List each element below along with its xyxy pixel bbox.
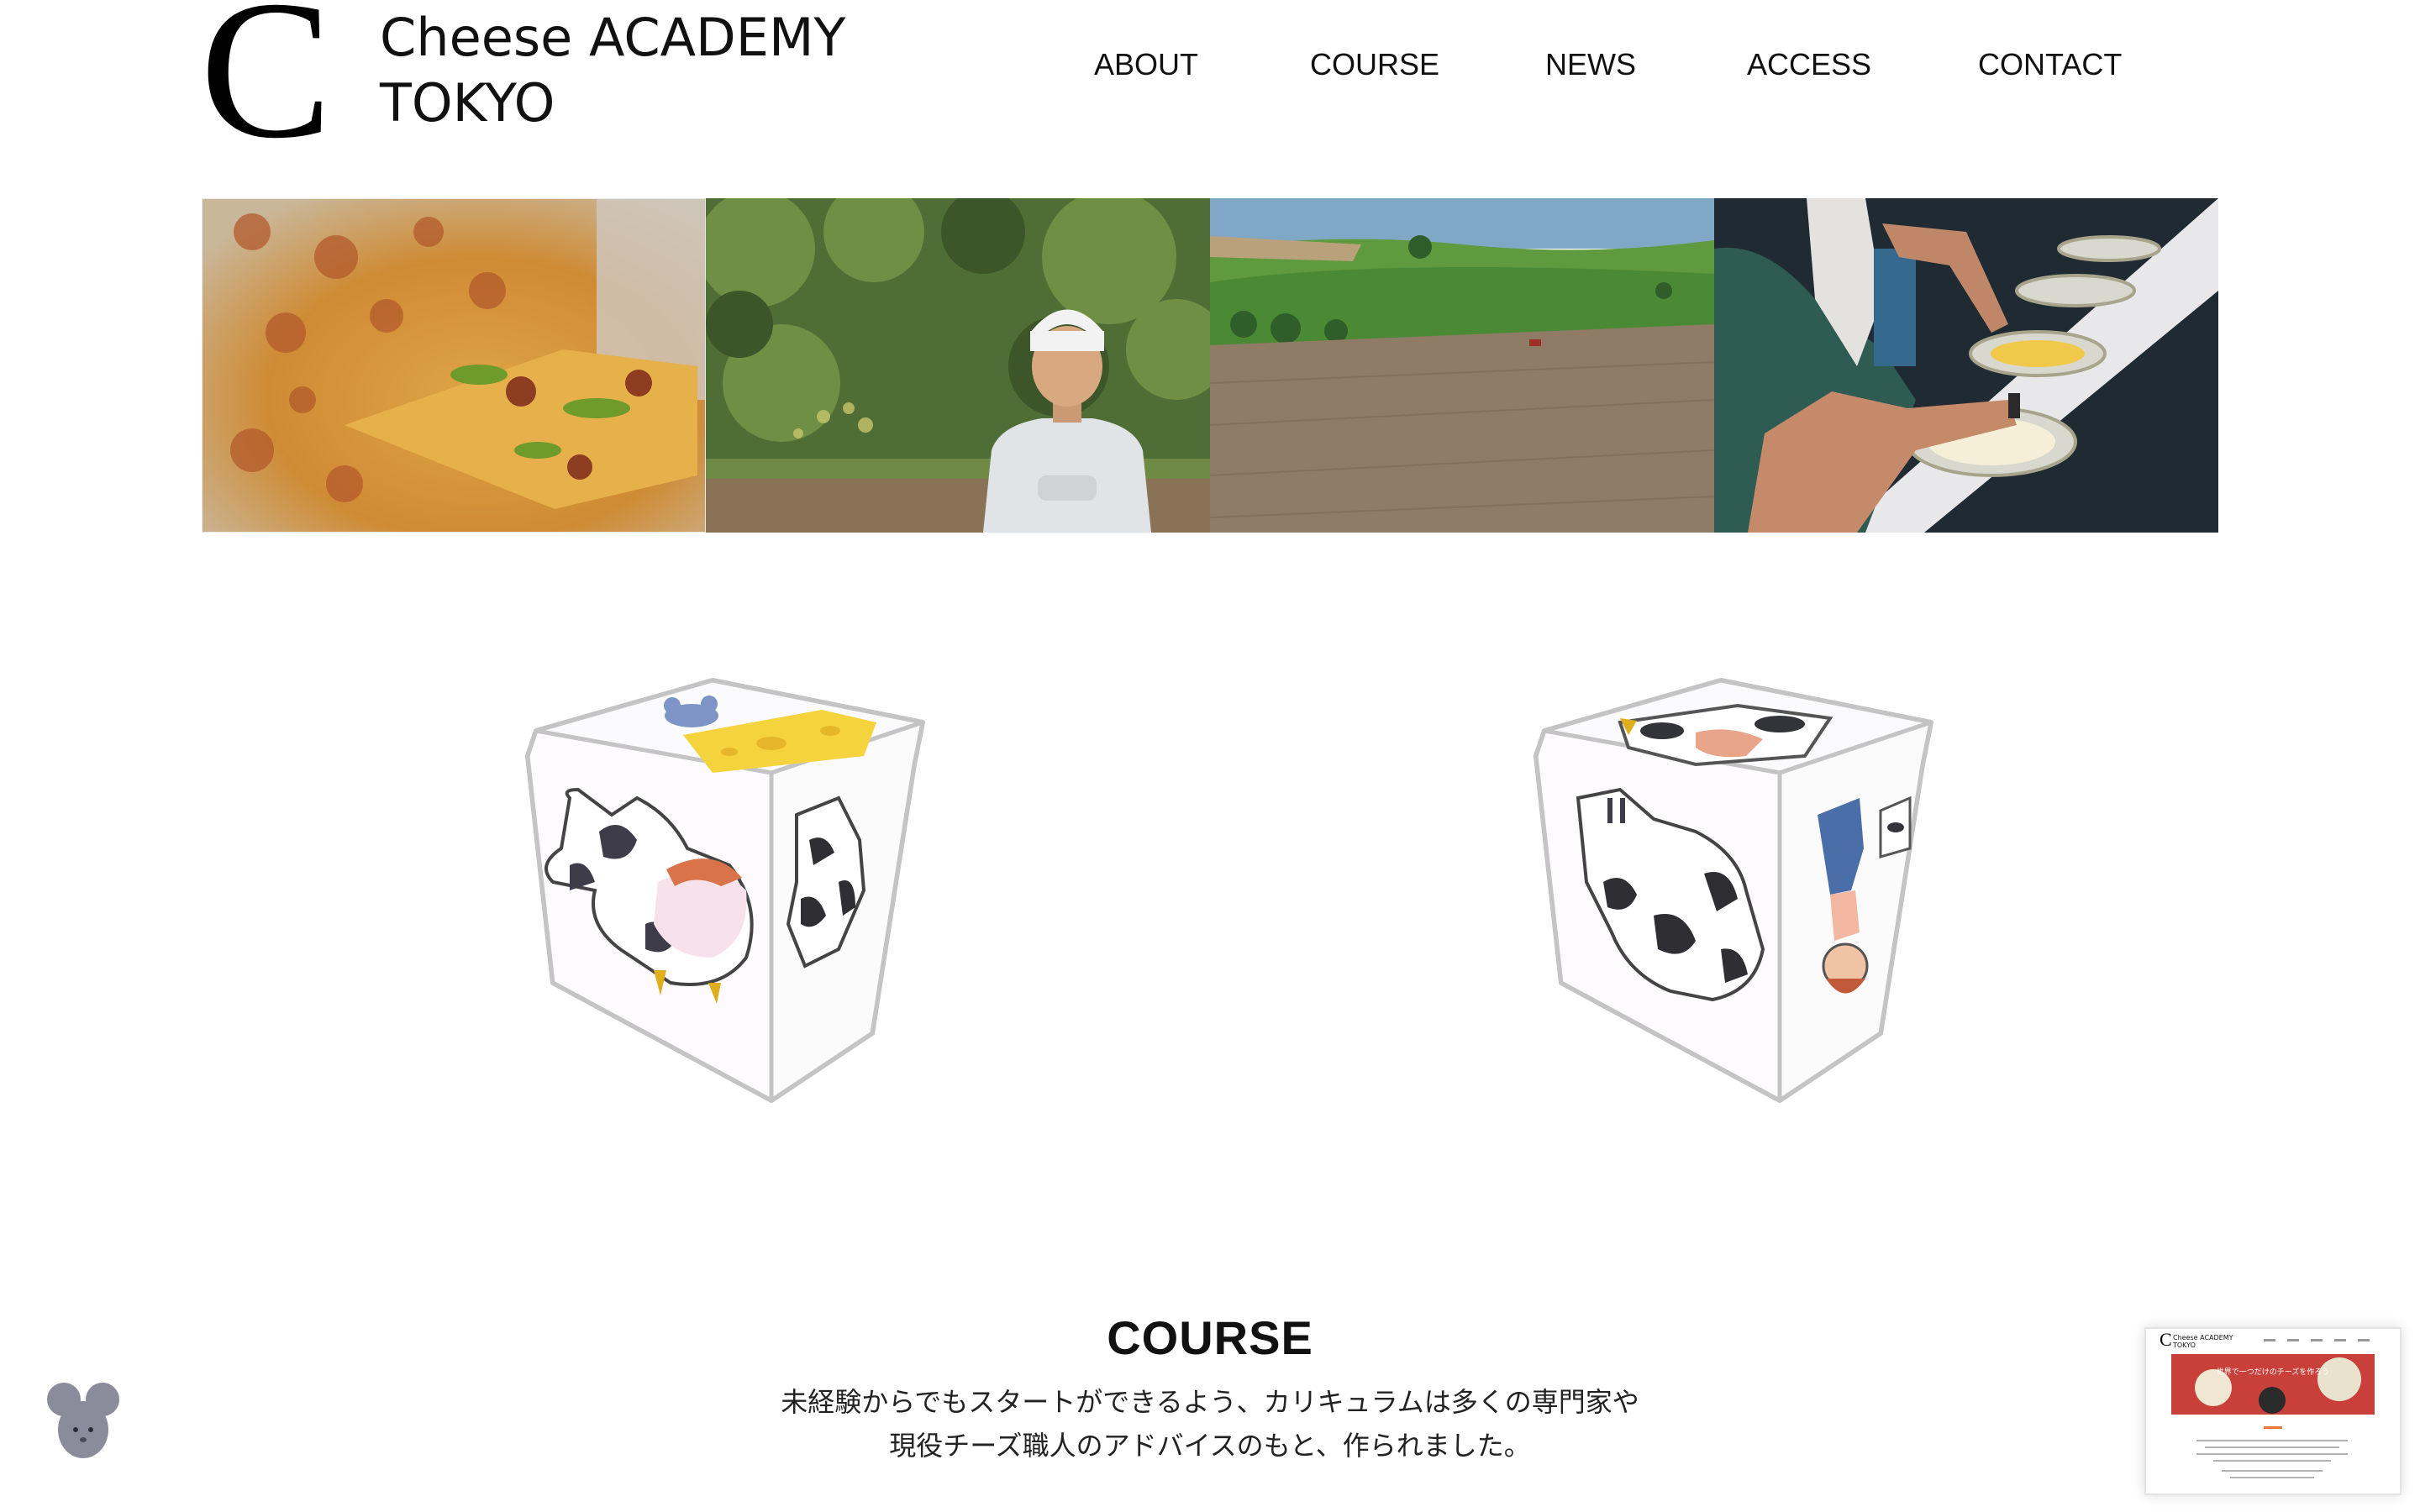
nav-access[interactable]: ACCESS — [1747, 47, 1871, 82]
nav-course[interactable]: COURSE — [1310, 47, 1439, 82]
course-description-line2: 現役チーズ職人のアドバイスのもと、作られました。 — [889, 1430, 1531, 1462]
hero-photo-strip — [202, 198, 2218, 533]
main-nav: ABOUT COURSE NEWS ACCESS CONTACT — [0, 47, 2420, 89]
page-preview-thumbnail[interactable]: C Cheese ACADEMY TOKYO 世界で一つだけのチーズを作ろう — [2144, 1327, 2402, 1495]
farmer-photo — [706, 198, 1210, 533]
mouse-icon[interactable] — [47, 1378, 119, 1462]
course-description-line1: 未経験からでもスタートができるよう、カリキュラムは多くの専門家や — [781, 1386, 1639, 1418]
preview-brand-line1: Cheese ACADEMY — [2173, 1334, 2233, 1341]
pizza-photo — [202, 198, 706, 533]
course-description: 未経験からでもスタートができるよう、カリキュラムは多くの専門家や 現役チーズ職人… — [0, 1380, 2420, 1467]
nav-contact[interactable]: CONTACT — [1978, 47, 2122, 82]
nav-about[interactable]: ABOUT — [1094, 47, 1198, 82]
cheese-buffet-photo — [1714, 198, 2218, 533]
cow-farmer-cube[interactable] — [1528, 672, 1948, 1109]
preview-brand-line2: TOKYO — [2172, 1341, 2196, 1349]
farmland-photo — [1210, 198, 1714, 533]
site-header: C Cheese ACADEMY TOKYO ABOUT COURSE NEWS… — [0, 0, 2420, 170]
nav-news[interactable]: NEWS — [1545, 47, 1636, 82]
svg-text:C: C — [2160, 1329, 2172, 1350]
course-section: COURSE 未経験からでもスタートができるよう、カリキュラムは多くの専門家や … — [0, 1310, 2420, 1467]
course-title: COURSE — [1107, 1311, 1313, 1364]
cow-cat-mouse-cheese-cube[interactable] — [519, 672, 939, 1109]
cube-illustrations — [0, 672, 2420, 1109]
preview-banner-text: 世界で一つだけのチーズを作ろう — [2217, 1367, 2330, 1377]
